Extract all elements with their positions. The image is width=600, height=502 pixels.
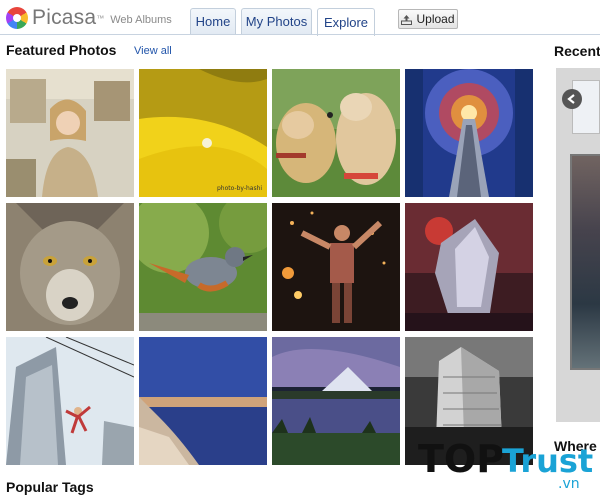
header-divider [0,34,600,35]
view-all-link[interactable]: View all [134,45,172,57]
tab-home-label: Home [195,14,231,29]
woman-smiling-photo[interactable] [6,69,134,197]
previous-arrow-button[interactable] [562,89,582,109]
coastal-town-dusk-photo[interactable] [139,337,267,465]
watermark-trust: Trust [502,442,593,480]
featured-photo-grid: photo-by-hashi [6,69,534,465]
recent-large-photo[interactable] [570,154,600,370]
recent-heading: Recent [554,43,600,59]
dogs-nuzzling-photo[interactable] [272,69,400,197]
wolf-face-photo[interactable] [6,203,134,331]
tab-my-photos-label: My Photos [245,14,308,29]
app-header: Picasa ™ Web Albums Home My Photos Explo… [0,0,600,36]
photo-caption: photo-by-hashi [217,185,262,192]
tab-explore-label: Explore [323,15,369,30]
tab-home[interactable]: Home [190,8,236,34]
brand-trademark: ™ [96,13,105,23]
watermark-top: TOP [418,437,504,481]
mountain-lake-photo[interactable] [272,337,400,465]
escalator-tunnel-photo[interactable] [405,69,533,197]
fire-dancer-photo[interactable] [272,203,400,331]
tab-my-photos[interactable]: My Photos [241,8,312,34]
arrow-left-icon [567,94,575,104]
upload-label: Upload [416,12,455,26]
upload-button[interactable]: Upload [398,9,458,29]
toptrust-watermark: TOP Trust .vn [418,437,593,492]
ice-crystal-photo[interactable] [405,203,533,331]
upload-icon [401,14,413,25]
picasa-pinwheel-icon [6,7,28,29]
picasa-logo[interactable]: Picasa ™ Web Albums [6,6,172,30]
brand-subtitle: Web Albums [110,14,172,26]
skyscraper-climber-photo[interactable] [6,337,134,465]
tab-explore[interactable]: Explore [317,8,375,36]
watermark-vn: .vn [558,476,580,492]
brand-name: Picasa [32,6,97,29]
recent-photos-panel [556,68,600,422]
yellow-petal-photo[interactable]: photo-by-hashi [139,69,267,197]
featured-photos-heading: Featured Photos [6,42,117,58]
popular-tags-heading: Popular Tags [6,479,94,495]
bird-on-branch-photo[interactable] [139,203,267,331]
